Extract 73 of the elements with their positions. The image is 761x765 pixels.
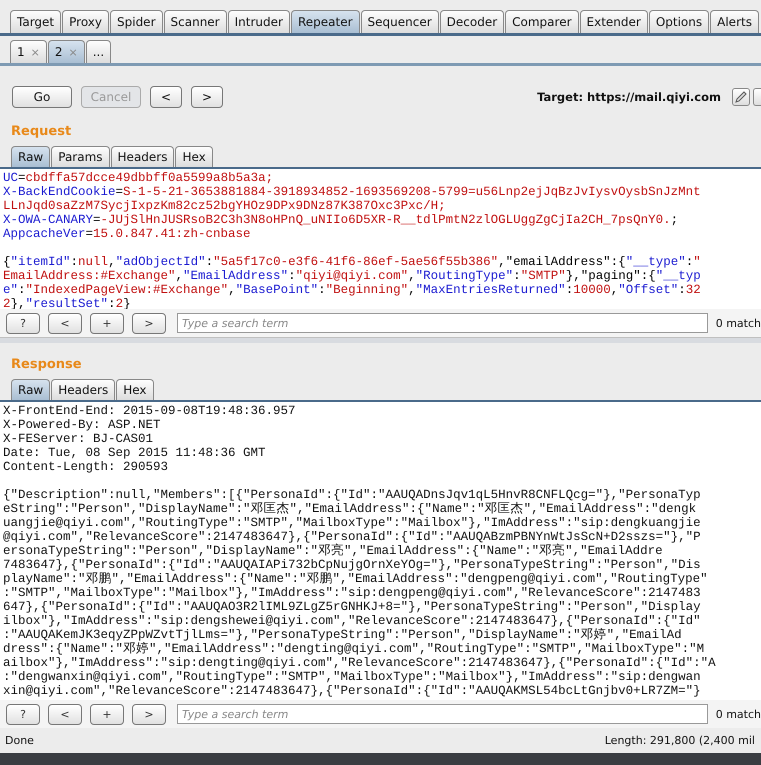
tab[interactable]: Proxy — [62, 10, 109, 33]
toolbar-button[interactable] — [753, 88, 761, 106]
section-title: Response — [10, 356, 83, 374]
match-count: 0 match — [716, 316, 761, 330]
section-title: Request — [10, 123, 72, 141]
search-nav-button[interactable]: + — [90, 704, 124, 724]
code-line: uangjie@qiyi.com","RoutingType":"SMTP","MailboxType":"Mailbox"},"ImAddress":"sip:dengkuangjie — [3, 516, 701, 530]
tab[interactable]: ... — [86, 40, 112, 63]
code-line: Content-Length: 290593 — [3, 460, 168, 474]
tab[interactable]: Sequencer — [360, 10, 439, 33]
code-line: xin@qiyi.com","RelevanceScore":2147483647},{"PersonaId":{"Id":"AAUQAKMSL54bcLtGnjbv0+LR7ZM="} — [3, 684, 701, 698]
code-line: dress":{"Name":"邓婷","EmailAddress":"dengting@qiyi.com","RoutingType":"SMTP","MailboxType":"M — [3, 642, 704, 656]
code-line: {"itemId":null,"adObjectId":"5a5f17c0-e3f6-41f6-86ef-5ae56f55b386","emailAddress":{"__type":" — [3, 255, 701, 269]
target-label: Target: https://mail.qiyi.com — [537, 90, 721, 104]
toolbar-button[interactable]: < — [150, 86, 182, 108]
code-line: 647},{"PersonaId":{"Id":"AAUQAO3R2lIML9ZLgZ5rGNHKJ+8="},"PersonaTypeString":"Person","Display — [3, 600, 701, 614]
code-line: playName":"邓鹏","EmailAddress":{"Name":"邓鹏","EmailAddress":"dengpeng@qiyi.com","RoutingType" — [3, 572, 708, 586]
code-line: LLnJqd0saZzM7SycjIxpzKm82cz52bgYHOz9DPx9DNz87K387Oxc3Pxc/H; — [3, 199, 446, 213]
tab[interactable]: Intruder — [228, 10, 290, 33]
tab[interactable]: Scanner — [164, 10, 227, 33]
code-line: e":"IndexedPageView:#Exchange","BasePoint":"Beginning","MaxEntriesReturned":10000,"Offset":32 — [3, 283, 701, 297]
tab[interactable]: Comparer — [505, 10, 579, 33]
toolbar-button[interactable]: > — [191, 86, 223, 108]
code-line: eString":"Person","DisplayName":"邓匡杰","EmailAddress":{"Name":"邓匡杰","EmailAddress":"dengk — [3, 502, 696, 516]
tab[interactable]: Params — [51, 146, 110, 167]
tab[interactable]: Headers — [51, 379, 116, 400]
code-line: X-FEServer: BJ-CAS01 — [3, 432, 154, 446]
tab[interactable]: Extender — [580, 10, 648, 33]
code-line: ersonaTypeString":"Person","DisplayName":"邓亮","EmailAddress":{"Name":"邓亮","EmailAddre — [3, 544, 663, 558]
search-nav-button[interactable]: > — [132, 704, 166, 724]
tab[interactable]: Raw — [11, 379, 50, 400]
search-nav-button[interactable]: < — [48, 704, 82, 724]
tab[interactable]: Options — [648, 10, 710, 33]
tab[interactable]: Alerts — [710, 10, 759, 33]
search-nav-button[interactable]: ? — [6, 704, 40, 724]
code-line: :"dengwanxin@qiyi.com","RoutingType":"SMTP","MailboxType":"Mailbox"},"ImAddress":"sip:dengwan — [3, 670, 701, 684]
code-line: X-FrontEnd-End: 2015-09-08T19:48:36.957 — [3, 404, 296, 418]
code-line: Date: Tue, 08 Sep 2015 11:48:36 GMT — [3, 446, 266, 460]
code-line: EmailAddress:#Exchange","EmailAddress":"qiyi@qiyi.com","RoutingType":"SMTP"},"paging":{"__typ — [3, 269, 701, 283]
code-line: X-BackEndCookie=S-1-5-21-3653881884-3918934852-1693569208-5799=u56Lnp2ejJqBzJvIysvOysbSnJzMnt — [3, 185, 701, 199]
match-count: 0 match — [716, 708, 761, 720]
code-line: :"AAUQAKemJK3eqyZPpWZvtTjlLms="},"PersonaTypeString":"Person","DisplayName":"邓婷","EmailAd — [3, 628, 682, 642]
length-info: Length: 291,800 (2,400 mil — [604, 734, 755, 749]
code-line: AppcacheVer=15.0.847.41:zh-cnbase — [3, 227, 251, 241]
search-field[interactable]: Type a search term — [177, 704, 708, 724]
status-text: Done — [5, 734, 34, 749]
search-nav-button[interactable]: + — [90, 312, 124, 334]
code-line: X-Powered-By: ASP.NET — [3, 418, 161, 432]
code-line: @qiyi.com","RelevanceScore":2147483647},{"PersonaId":{"Id":"AAUQABzmPBNYnWtJsScN+D2sszs="},"P — [3, 530, 701, 544]
tab[interactable]: Headers — [110, 146, 174, 167]
tab[interactable]: Hex — [175, 146, 213, 167]
tab[interactable]: Raw — [11, 146, 50, 167]
tab[interactable]: Hex — [116, 379, 154, 400]
tab[interactable]: 1 × — [10, 40, 47, 63]
code-line: ilbox"},"ImAddress":"sip:dengshewei@qiyi.com","RelevanceScore":2147483647},{"PersonaId":{"Id" — [3, 614, 701, 628]
code-line: 7483647},{"PersonaId":{"Id":"AAUQAIAPi732bCpNujgOrnXeYOg="},"PersonaTypeString":"Person","Dis — [3, 558, 701, 572]
code-line: {"Description":null,"Members":[{"PersonaId":{"Id":"AAUQADnsJqv1qL5HnvR8CNFLQcg="},"PersonaTyp — [3, 488, 701, 502]
tab[interactable]: 2 × — [48, 40, 85, 63]
search-nav-button[interactable]: ? — [6, 312, 40, 334]
tab[interactable]: Target — [10, 10, 62, 33]
toolbar-button[interactable]: Go — [12, 86, 72, 108]
code-line: :"SMTP","MailboxType":"Mailbox"},"ImAddress":"sip:dengpeng@qiyi.com","RelevanceScore":2147483 — [3, 586, 701, 600]
code-line: UC=cbdffa57dcce49dbbff0a5599a8b5a3a; — [3, 171, 274, 185]
edit-button[interactable] — [732, 88, 750, 106]
search-nav-button[interactable]: < — [48, 312, 82, 334]
tab[interactable]: Decoder — [440, 10, 504, 33]
code-line: X-OWA-CANARY=-JUjSlHnJUSRsoB2C3h3N8oHPnQ_uNIIo6D5XR-R__tdlPmtN2zlOGLUggZgCjIa2CH_7psQnY0.; — [3, 213, 678, 227]
search-field[interactable]: Type a search term — [177, 313, 708, 333]
tab[interactable]: Repeater — [290, 10, 360, 33]
code-line: ailbox"},"ImAddress":"sip:dengting@qiyi.com","RelevanceScore":2147483647},{"PersonaId":{"Id":"A — [3, 656, 716, 670]
tab[interactable]: Spider — [110, 10, 163, 33]
split-handle[interactable] — [0, 337, 761, 343]
search-nav-button[interactable]: > — [132, 312, 166, 334]
